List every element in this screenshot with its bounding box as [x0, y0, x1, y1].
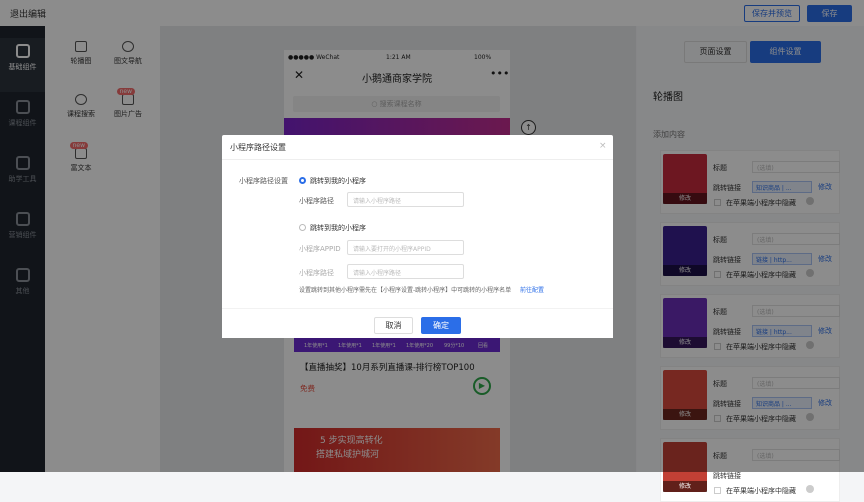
dialog-title: 小程序路径设置 [230, 143, 286, 152]
radio-own-program[interactable] [299, 177, 306, 184]
hide-ios-label: 在苹果端小程序中隐藏 [726, 487, 796, 495]
appid-input[interactable]: 请输入要打开的小程序APPID [347, 240, 464, 255]
dialog-footer: 取消 确定 [222, 308, 613, 338]
cancel-button[interactable]: 取消 [374, 317, 413, 334]
config-hint: 设置跳转到其他小程序需先在【小程序设置-跳转小程序】中可跳转的小程序名单 [299, 287, 512, 294]
link-label: 跳转链接 [713, 472, 741, 480]
mini-program-path-dialog: 小程序路径设置 × 小程序路径设置 跳转到我的小程序 小程序路径 请输入小程序路… [222, 135, 613, 338]
divider [222, 159, 613, 160]
path2-label: 小程序路径 [299, 269, 334, 277]
row-label: 小程序路径设置 [239, 177, 288, 185]
hide-ios-checkbox[interactable] [714, 487, 721, 494]
radio-other-program[interactable] [299, 224, 306, 231]
option-other-label: 跳转到我的小程序 [310, 224, 366, 232]
option-own-label: 跳转到我的小程序 [310, 177, 366, 185]
path2-input[interactable]: 请输入小程序路径 [347, 264, 464, 279]
thumb-edit-label[interactable]: 修改 [663, 481, 707, 492]
confirm-button[interactable]: 确定 [421, 317, 461, 334]
info-icon [806, 485, 814, 493]
config-link[interactable]: 前往配置 [520, 285, 544, 294]
appid-label: 小程序APPID [299, 245, 341, 253]
path-input[interactable]: 请输入小程序路径 [347, 192, 464, 207]
close-icon[interactable]: × [599, 141, 607, 151]
path-label: 小程序路径 [299, 197, 334, 205]
